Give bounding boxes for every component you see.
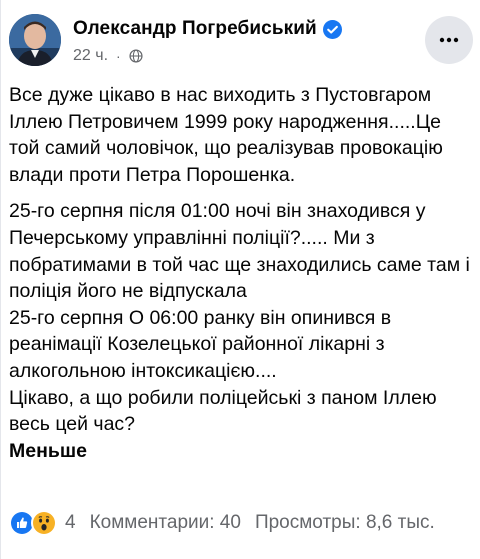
verified-badge-icon <box>322 19 342 39</box>
reactions-summary[interactable]: 4 <box>9 510 76 536</box>
views-count: Просмотры: 8,6 тыс. <box>254 512 435 533</box>
wow-reaction-icon <box>31 510 57 536</box>
author-avatar[interactable] <box>9 14 61 66</box>
more-horizontal-icon <box>439 37 459 43</box>
post-paragraph: 25-го серпня О 06:00 ранку він опинився … <box>9 306 392 382</box>
facebook-post: Олександр Погребиський 22 ч. · Все дуже … <box>0 0 480 559</box>
author-line: Олександр Погребиський <box>73 16 342 42</box>
post-paragraph: Цікаво, а що робили поліцейські з паном … <box>9 386 437 436</box>
post-body: Все дуже цікаво в нас виходить з Пустовг… <box>9 82 475 464</box>
post-paragraph: 25-го серпня після 01:00 ночі він знаход… <box>9 200 470 303</box>
post-footer: 4 Комментарии: 40 Просмотры: 8,6 тыс. <box>9 506 475 540</box>
post-options-button[interactable] <box>425 16 473 64</box>
comments-count-link[interactable]: Комментарии: 40 <box>90 512 241 534</box>
post-timestamp[interactable]: 22 ч. <box>73 47 108 65</box>
post-paragraph: Все дуже цікаво в нас виходить з Пустовг… <box>9 84 443 186</box>
reaction-count: 4 <box>65 512 76 533</box>
globe-icon[interactable] <box>129 49 143 63</box>
meta-separator: · <box>116 48 121 64</box>
avatar-image <box>9 14 61 66</box>
see-less-link[interactable]: Меньше <box>9 438 87 465</box>
author-name[interactable]: Олександр Погребиський <box>73 18 317 40</box>
post-meta: 22 ч. · <box>73 46 143 66</box>
post-header: Олександр Погребиський 22 ч. · <box>9 12 473 72</box>
